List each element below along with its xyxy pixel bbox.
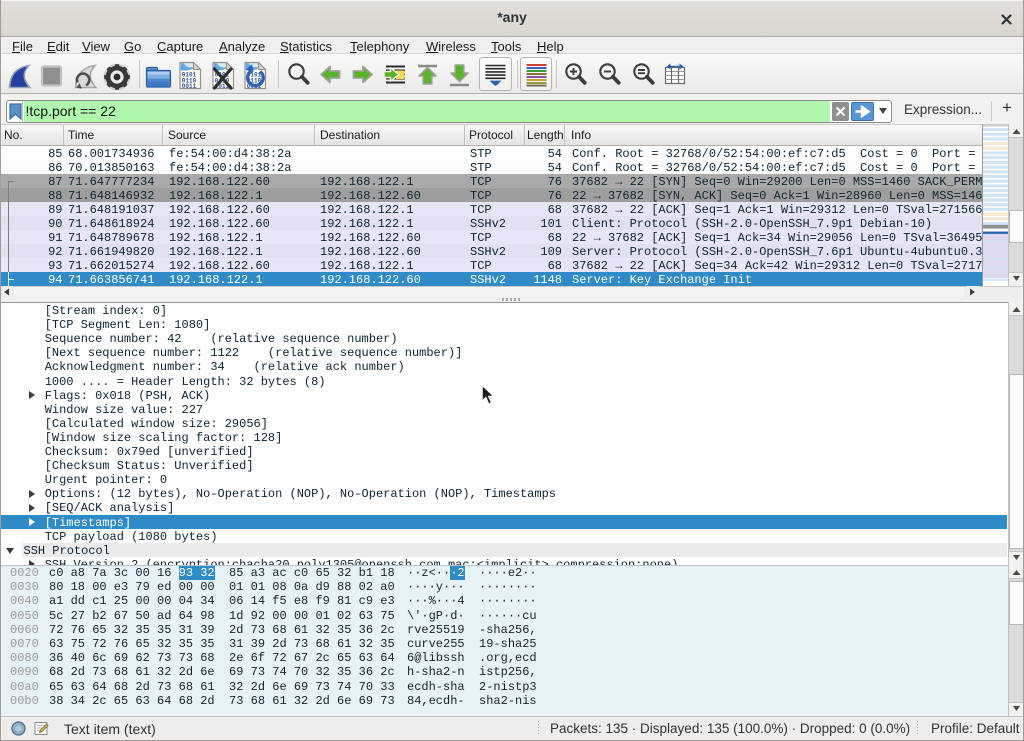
svg-text:0011: 0011 <box>182 83 197 90</box>
